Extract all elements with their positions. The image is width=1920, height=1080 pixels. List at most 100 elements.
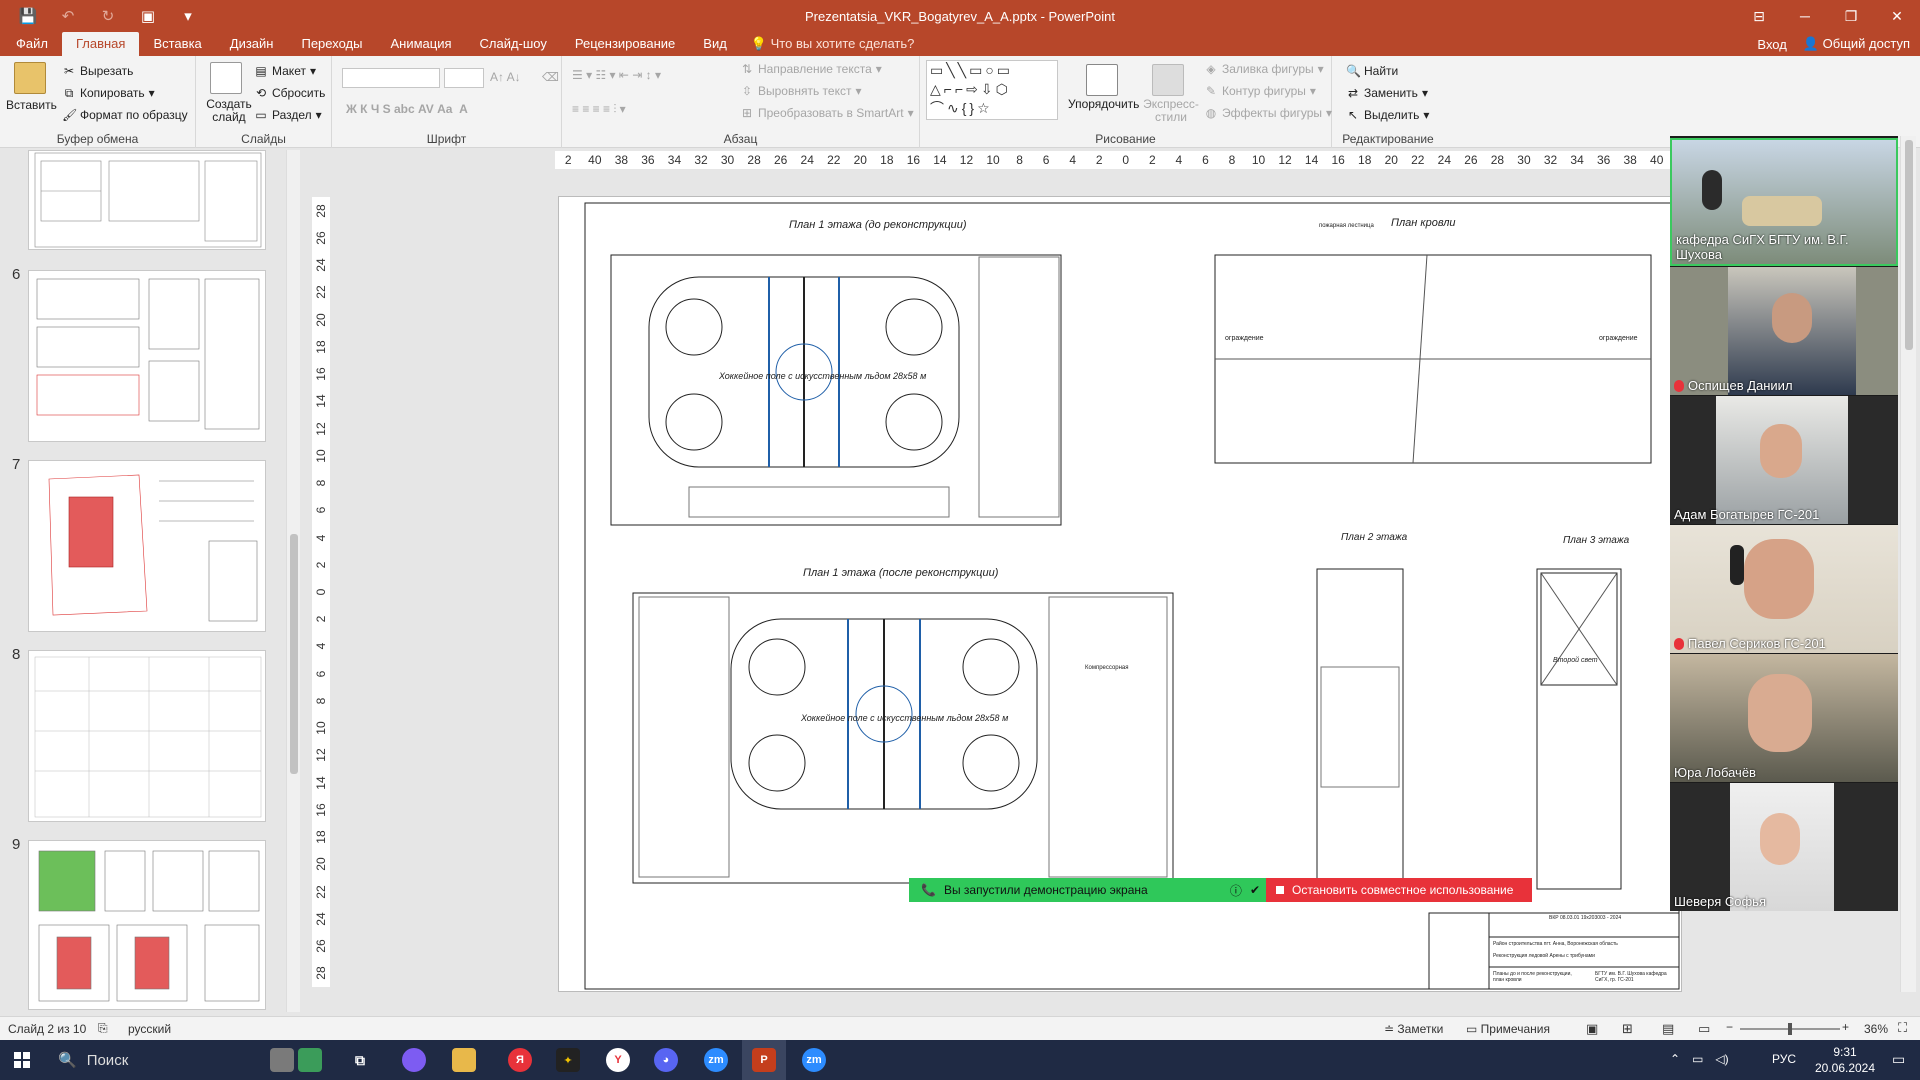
task-view-icon[interactable]: ⧉ (348, 1048, 372, 1072)
info-icon[interactable]: ⓘ (1230, 882, 1242, 899)
scroll-thumb[interactable] (290, 534, 298, 774)
alice-icon[interactable] (402, 1048, 426, 1072)
powerpoint-icon[interactable]: P (752, 1048, 776, 1072)
format-painter-button[interactable]: 🖌 Формат по образцу (62, 108, 188, 122)
ribbon-display-options-icon[interactable]: ⊟ (1736, 0, 1782, 32)
paste-button[interactable]: Вставить (6, 98, 57, 112)
close-button[interactable]: ✕ (1874, 0, 1920, 32)
participant-tile[interactable]: Юра Лобачёв (1670, 654, 1898, 782)
shapes-gallery[interactable]: ▭╲╲▭○▭ △⌐⌐⇨⇩⬡ ⌒∿{}☆ (926, 60, 1058, 120)
list-buttons[interactable]: ☰ ▾ ☷ ▾ ⇤ ⇥ ↕ ▾ (572, 68, 661, 82)
text-direction-button[interactable]: ⇅ Направление текста ▾ (740, 62, 882, 76)
layout-button[interactable]: ▤ Макет ▾ (254, 64, 316, 78)
font-name-combo[interactable] (342, 68, 440, 88)
discord-icon[interactable]: ◕ (654, 1048, 678, 1072)
file-explorer-icon[interactable] (452, 1048, 476, 1072)
quick-styles-icon[interactable] (1152, 64, 1184, 96)
slide-sorter-icon[interactable]: ⊞ (1622, 1021, 1633, 1037)
spellcheck-icon[interactable]: ⎘ (98, 1021, 108, 1036)
fit-slide-icon[interactable]: ⛶ (1898, 1020, 1907, 1036)
undo-icon[interactable]: ↶ (48, 0, 88, 32)
zoom-slider-thumb[interactable] (1788, 1023, 1792, 1035)
find-button[interactable]: 🔍 Найти (1346, 64, 1398, 78)
zoom-in-icon[interactable]: + (1842, 1020, 1849, 1034)
slide-thumbnail-5[interactable] (28, 150, 266, 250)
arrange-icon[interactable] (1086, 64, 1118, 96)
clock[interactable]: 9:31 20.06.2024 (1806, 1044, 1884, 1076)
tab-slideshow[interactable]: Слайд-шоу (466, 32, 561, 56)
zoom-slider[interactable] (1740, 1023, 1840, 1035)
reset-button[interactable]: ⟲ Сбросить (254, 86, 325, 100)
font-size-combo[interactable] (444, 68, 484, 88)
new-slide-button[interactable]: Создать слайд (204, 98, 254, 124)
restore-button[interactable]: ❐ (1828, 0, 1874, 32)
arrange-button[interactable]: Упорядочить (1068, 98, 1139, 111)
scroll-thumb[interactable] (1905, 140, 1913, 350)
replace-button[interactable]: ⇄ Заменить ▾ (1346, 86, 1428, 100)
paste-icon[interactable] (14, 62, 46, 94)
select-button[interactable]: ↖ Выделить ▾ (1346, 108, 1429, 122)
notes-button[interactable]: ≐ Заметки (1384, 1022, 1443, 1036)
language-indicator[interactable]: русский (128, 1022, 171, 1036)
shape-effects-button[interactable]: ◍ Эффекты фигуры ▾ (1204, 106, 1332, 120)
zoom-out-icon[interactable]: − (1726, 1020, 1733, 1034)
tab-transitions[interactable]: Переходы (287, 32, 376, 56)
quick-styles-button[interactable]: Экспресс-стили (1142, 98, 1200, 124)
shape-fill-button[interactable]: ◈ Заливка фигуры ▾ (1204, 62, 1323, 76)
comments-button[interactable]: ▭ Примечания (1466, 1022, 1550, 1036)
zoom-app-icon[interactable]: zm (802, 1048, 826, 1072)
participant-tile[interactable]: Оспищев Даниил (1670, 267, 1898, 395)
participants-scrollbar[interactable] (1900, 136, 1916, 992)
copy-button[interactable]: ⧉ Копировать ▾ (62, 86, 155, 100)
slideshow-from-start-icon[interactable]: ▣ (128, 0, 168, 32)
yandex-icon[interactable]: Я (508, 1048, 532, 1072)
tab-animations[interactable]: Анимация (376, 32, 465, 56)
app-icon[interactable] (270, 1048, 294, 1072)
zoom-app-icon[interactable]: zm (704, 1048, 728, 1072)
input-language[interactable]: РУС (1772, 1052, 1796, 1066)
tab-home[interactable]: Главная (61, 32, 140, 56)
network-icon[interactable]: ▭ (1692, 1052, 1703, 1066)
share-status[interactable]: 📞 Вы запустили демонстрацию экрана ⓘ ✔ (909, 878, 1266, 902)
save-icon[interactable]: 💾 (8, 0, 48, 32)
stop-sharing-button[interactable]: Остановить совместное использование (1266, 878, 1532, 902)
minimize-button[interactable]: ─ (1782, 0, 1828, 32)
signin-link[interactable]: Вход (1757, 37, 1786, 52)
redo-icon[interactable]: ↻ (88, 0, 128, 32)
tell-me-box[interactable]: 💡 Что вы хотите сделать? (741, 32, 915, 56)
tab-view[interactable]: Вид (689, 32, 741, 56)
participant-tile[interactable]: кафедра СиГХ БГТУ им. В.Г. Шухова (1670, 138, 1898, 266)
reading-view-icon[interactable]: ▤ (1662, 1021, 1674, 1037)
tab-review[interactable]: Рецензирование (561, 32, 689, 56)
taskbar-search[interactable]: 🔍 Поиск (50, 1040, 260, 1080)
grow-font-icon[interactable]: A↑ A↓ (490, 70, 521, 84)
shield-icon[interactable]: ✔ (1250, 883, 1260, 897)
font-style-buttons[interactable]: Ж К Ч S abc AV Aa A (346, 102, 468, 116)
chevron-up-icon[interactable]: ⌃ (1670, 1052, 1680, 1066)
align-buttons[interactable]: ≡ ≡ ≡ ≡ ⫶ ▾ (572, 102, 626, 117)
normal-view-icon[interactable]: ▣ (1586, 1021, 1598, 1037)
new-slide-icon[interactable] (210, 62, 242, 94)
slide-canvas[interactable]: План 1 этажа (до реконструкции) План 1 э… (558, 196, 1682, 992)
clear-format-icon[interactable]: ⌫ (542, 70, 559, 84)
align-text-button[interactable]: ⇳ Выровнять текст ▾ (740, 84, 862, 98)
yandex-music-icon[interactable]: ✦ (556, 1048, 580, 1072)
participant-tile[interactable]: Адам Богатырев ГС-201 (1670, 396, 1898, 524)
shape-outline-button[interactable]: ✎ Контур фигуры ▾ (1204, 84, 1316, 98)
tab-file[interactable]: Файл (2, 32, 62, 56)
participant-tile[interactable]: Шеверя Софья (1670, 783, 1898, 911)
participant-tile[interactable]: Павел Сериков ГС-201 (1670, 525, 1898, 653)
volume-icon[interactable]: ◁) (1715, 1052, 1728, 1066)
section-button[interactable]: ▭ Раздел ▾ (254, 108, 321, 122)
notifications-icon[interactable]: ▭ (1892, 1051, 1905, 1068)
slideshow-icon[interactable]: ▭ (1698, 1021, 1710, 1037)
windows-start-icon[interactable] (14, 1052, 30, 1068)
thumbnail-scrollbar[interactable] (286, 150, 300, 1012)
zoom-level[interactable]: 36% (1864, 1022, 1888, 1036)
cut-button[interactable]: ✂ Вырезать (62, 64, 133, 78)
maps-icon[interactable] (298, 1048, 322, 1072)
customize-qat-icon[interactable]: ▾ (168, 0, 208, 32)
tab-insert[interactable]: Вставка (139, 32, 215, 56)
tab-design[interactable]: Дизайн (216, 32, 288, 56)
slide-thumbnail-8[interactable] (28, 650, 266, 822)
